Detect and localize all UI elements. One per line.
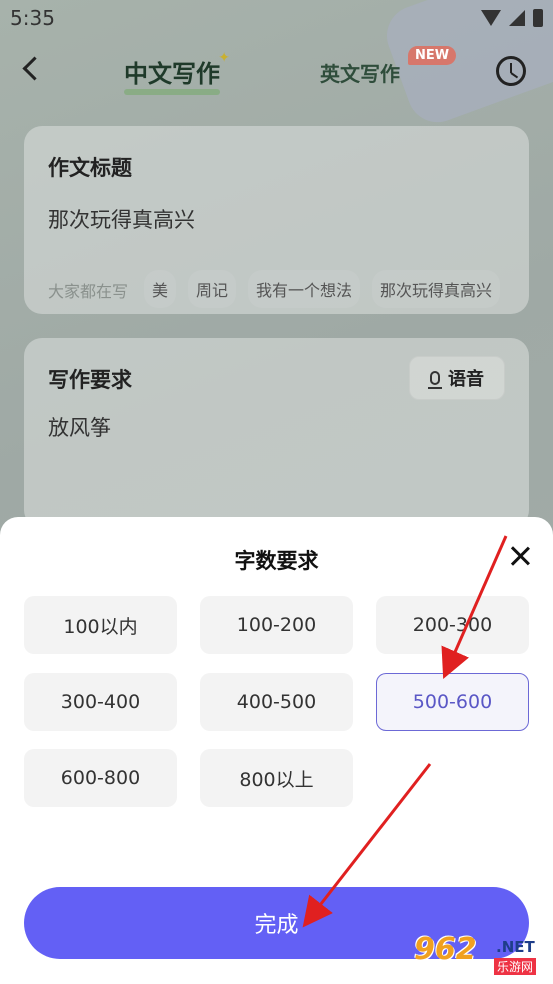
status-time: 5:35 xyxy=(10,6,55,30)
suggestion-chip[interactable]: 美 xyxy=(144,270,177,308)
signal-icon xyxy=(509,10,525,26)
wifi-icon xyxy=(481,10,501,26)
new-badge: NEW xyxy=(408,46,457,65)
option-100-within[interactable]: 100以内 xyxy=(24,596,177,654)
suggestion-chip[interactable]: 周记 xyxy=(188,270,237,308)
option-600-800[interactable]: 600-800 xyxy=(24,749,177,807)
voice-label: 语音 xyxy=(448,369,484,390)
tab-chinese-label: 中文写作 xyxy=(124,60,220,88)
essay-title-input[interactable]: 那次玩得真高兴 xyxy=(48,204,195,234)
done-button[interactable]: 完成 xyxy=(24,887,529,959)
word-count-sheet: 字数要求 100以内 100-200 200-300 300-400 400-5… xyxy=(0,517,553,984)
option-400-500[interactable]: 400-500 xyxy=(200,673,353,731)
essay-title-card: 作文标题 那次玩得真高兴 大家都在写 美 周记 我有一个想法 那次玩得真高兴 xyxy=(24,126,529,314)
option-500-600[interactable]: 500-600 xyxy=(376,673,529,731)
microphone-icon xyxy=(428,371,442,389)
requirement-input[interactable]: 放风筝 xyxy=(48,412,111,442)
status-bar: 5:35 xyxy=(0,0,553,40)
suggestion-chip[interactable]: 那次玩得真高兴 xyxy=(372,270,501,308)
suggestion-chip[interactable]: 我有一个想法 xyxy=(248,270,361,308)
history-icon[interactable] xyxy=(496,56,526,86)
battery-icon xyxy=(533,9,543,27)
essay-title-label: 作文标题 xyxy=(48,156,132,180)
back-icon[interactable] xyxy=(20,56,44,80)
tab-english-writing[interactable]: 英文写作 xyxy=(320,58,400,87)
voice-button[interactable]: 语音 xyxy=(409,356,505,400)
suggestion-label: 大家都在写 xyxy=(48,282,129,301)
requirement-label: 写作要求 xyxy=(48,368,132,392)
sheet-title: 字数要求 xyxy=(234,549,319,573)
option-800-above[interactable]: 800以上 xyxy=(200,749,353,807)
header: 中文写作 ✦ 英文写作 NEW xyxy=(0,44,553,100)
suggestion-chips: 美 周记 我有一个想法 那次玩得真高兴 xyxy=(144,270,501,308)
close-icon[interactable] xyxy=(509,545,531,567)
tab-chinese-writing[interactable]: 中文写作 ✦ xyxy=(124,50,230,95)
option-200-300[interactable]: 200-300 xyxy=(376,596,529,654)
option-100-200[interactable]: 100-200 xyxy=(200,596,353,654)
writing-requirement-card: 写作要求 语音 放风筝 xyxy=(24,338,529,528)
sparkle-icon: ✦ xyxy=(218,50,230,66)
option-300-400[interactable]: 300-400 xyxy=(24,673,177,731)
